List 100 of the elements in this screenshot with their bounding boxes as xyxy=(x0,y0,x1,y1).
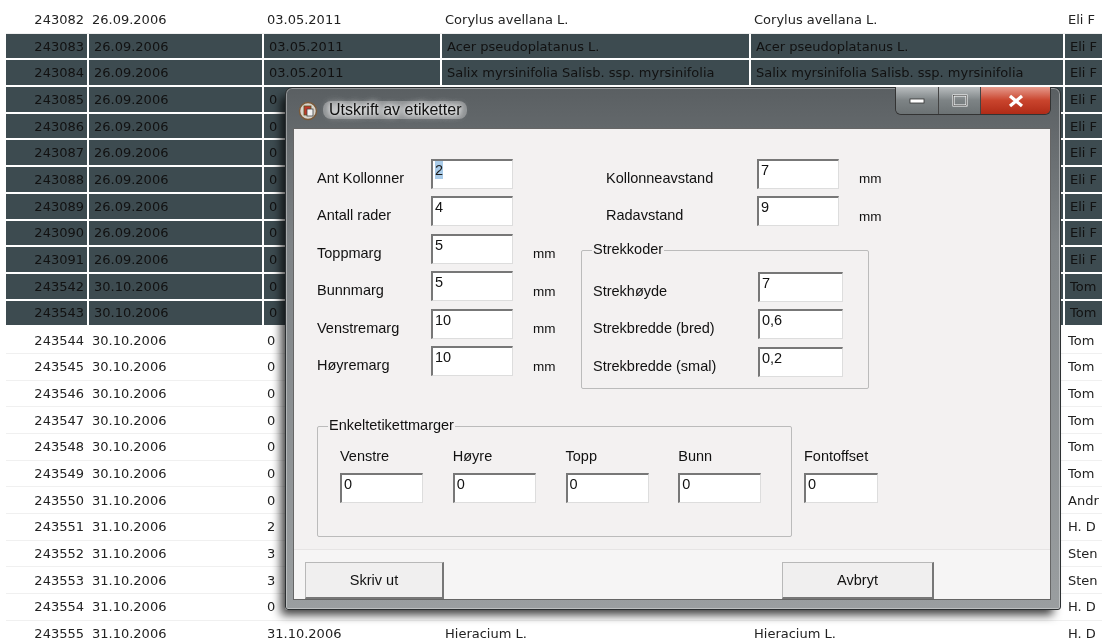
table-cell: Eli F xyxy=(1070,225,1098,241)
table-cell: 31.10.2006 xyxy=(92,519,167,535)
table-cell: 3 xyxy=(267,546,276,562)
table-cell: Eli F xyxy=(1070,252,1098,268)
table-cell: 243549 xyxy=(34,466,84,482)
table-cell: 26.09.2006 xyxy=(94,145,169,161)
table-cell: 30.10.2006 xyxy=(94,305,169,321)
field-label: Høyre xyxy=(452,448,494,466)
table-cell: Tom xyxy=(1068,359,1095,375)
unit-label: mm xyxy=(533,282,556,299)
table-cell: 0 xyxy=(269,278,278,294)
table-cell: 0 xyxy=(269,145,278,161)
table-cell: 0 xyxy=(269,171,278,187)
table-cell: 31.10.2006 xyxy=(92,626,167,642)
table-row[interactable]: 243555 31.10.2006 31.10.2006 Hieracium L. Hieracium L. H. D xyxy=(6,620,1102,642)
table-cell: 243088 xyxy=(34,171,84,187)
table-cell: 03.05.2011 xyxy=(269,65,344,81)
table-cell: 0 xyxy=(269,198,278,214)
table-cell: 0 xyxy=(269,225,278,241)
table-cell: 30.10.2006 xyxy=(92,412,167,428)
table-cell: 243545 xyxy=(34,359,84,375)
table-cell: 243554 xyxy=(34,599,84,615)
table-cell: 0 xyxy=(267,332,276,348)
input-field[interactable]: 7 xyxy=(757,158,839,189)
table-cell: 0 xyxy=(267,492,276,508)
input-field[interactable]: 0 xyxy=(804,473,878,503)
table-cell: 243082 xyxy=(34,12,84,28)
table-cell: 0 xyxy=(269,305,278,321)
table-cell: Eli F xyxy=(1070,38,1098,54)
table-cell: Eli F xyxy=(1070,118,1098,134)
print-button[interactable]: Skriv ut xyxy=(305,562,444,599)
table-cell: Hieracium L. xyxy=(754,626,836,642)
table-cell: 243543 xyxy=(34,305,84,321)
input-field[interactable]: 0 xyxy=(340,473,423,503)
table-cell: 243087 xyxy=(34,145,84,161)
table-cell: 31.10.2006 xyxy=(92,546,167,562)
minimize-button[interactable] xyxy=(896,87,938,114)
table-cell: Eli F xyxy=(1070,91,1098,107)
maximize-button[interactable] xyxy=(938,87,980,114)
close-button[interactable] xyxy=(980,87,1050,114)
table-cell: Tom xyxy=(1068,466,1095,482)
unit-label: mm xyxy=(859,170,882,187)
input-field[interactable]: 5 xyxy=(431,271,513,302)
input-field[interactable]: 0,2 xyxy=(758,346,843,377)
field-label: Kollonneavstand xyxy=(606,168,715,186)
table-cell: Sten xyxy=(1068,546,1098,562)
table-cell: 26.09.2006 xyxy=(94,198,169,214)
table-cell: 243544 xyxy=(34,332,84,348)
input-field[interactable]: 10 xyxy=(431,346,513,377)
table-cell: 243551 xyxy=(34,519,84,535)
field-label: Antall rader xyxy=(317,206,393,224)
table-cell: 243086 xyxy=(34,118,84,134)
input-field[interactable]: 2 xyxy=(431,158,513,189)
input-field[interactable]: 0 xyxy=(678,473,762,503)
table-cell: Tom xyxy=(1070,278,1097,294)
field-label: Toppmarg xyxy=(317,243,383,261)
table-cell: 243091 xyxy=(34,252,84,268)
cancel-button[interactable]: Avbryt xyxy=(782,562,934,599)
table-cell: 26.09.2006 xyxy=(94,38,169,54)
table-cell: 30.10.2006 xyxy=(92,359,167,375)
input-field[interactable]: 9 xyxy=(757,196,839,227)
table-cell: Hieracium L. xyxy=(445,626,527,642)
table-cell: Tom xyxy=(1070,305,1097,321)
table-cell: H. D xyxy=(1068,626,1096,642)
table-cell: 243550 xyxy=(34,492,84,508)
field-label: Fontoffset xyxy=(804,448,870,466)
table-row[interactable]: 243082 26.09.2006 03.05.2011 Corylus avellana L. Corylus avellana L. Eli F xyxy=(6,7,1102,34)
table-cell: 0 xyxy=(267,439,276,455)
input-field[interactable]: 0 xyxy=(452,473,536,503)
table-cell: 0 xyxy=(267,412,276,428)
field-label: Radavstand xyxy=(606,206,685,224)
table-cell: Eli F xyxy=(1070,198,1098,214)
input-field[interactable]: 7 xyxy=(758,271,843,302)
input-field[interactable]: 5 xyxy=(431,233,513,264)
table-cell: Sten xyxy=(1068,572,1098,588)
table-cell: Corylus avellana L. xyxy=(445,12,569,28)
input-field[interactable]: 10 xyxy=(431,308,513,339)
table-cell: Acer pseudoplatanus L. xyxy=(756,38,909,54)
maximize-icon xyxy=(951,94,968,107)
table-cell: 0 xyxy=(269,91,278,107)
table-cell: H. D xyxy=(1068,599,1096,615)
table-cell: Eli F xyxy=(1070,171,1098,187)
table-cell: 243090 xyxy=(34,225,84,241)
table-cell: 0 xyxy=(267,359,276,375)
minimize-icon xyxy=(909,97,925,104)
input-field[interactable]: 4 xyxy=(431,196,513,227)
app-icon xyxy=(298,101,318,121)
table-cell: 26.09.2006 xyxy=(94,91,169,107)
field-label: Høyremarg xyxy=(317,356,391,374)
table-cell: 243548 xyxy=(34,439,84,455)
table-cell: 243084 xyxy=(34,65,84,81)
table-cell: Salix myrsinifolia Salisb. ssp. myrsinifolia xyxy=(756,65,1024,81)
field-label: Strekhøyde xyxy=(593,281,669,299)
table-cell: 26.09.2006 xyxy=(94,171,169,187)
input-field[interactable]: 0 xyxy=(565,473,649,503)
table-cell: H. D xyxy=(1068,519,1096,535)
input-field[interactable]: 0,6 xyxy=(758,309,843,340)
table-cell: 03.05.2011 xyxy=(269,38,344,54)
table-cell: 26.09.2006 xyxy=(94,225,169,241)
table-cell: 26.09.2006 xyxy=(94,252,169,268)
